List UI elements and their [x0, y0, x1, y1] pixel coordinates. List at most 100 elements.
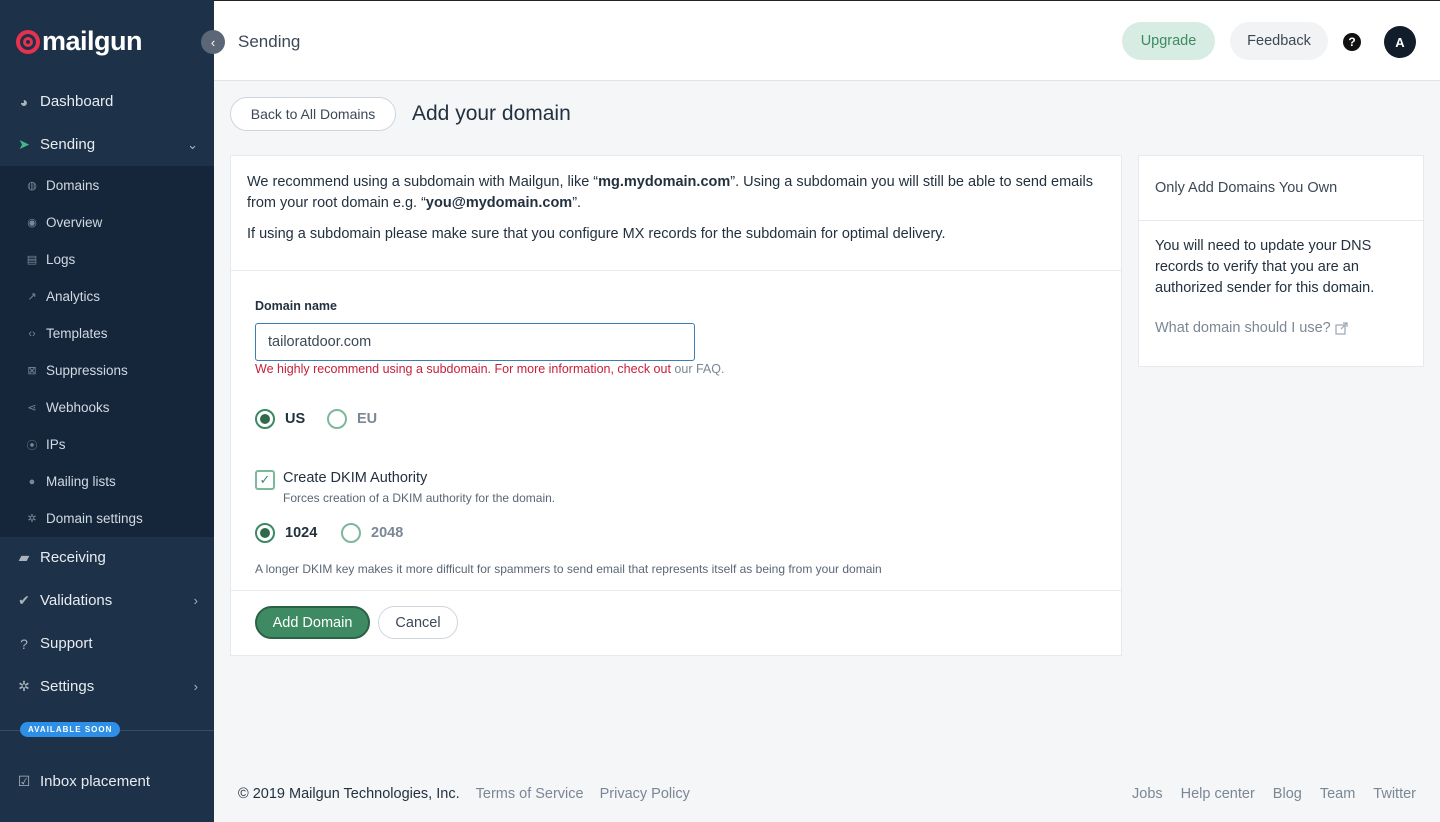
sidebar-item-label: Domains [46, 178, 100, 193]
gear-icon: ✲ [18, 678, 30, 694]
sidebar-item-label: Settings [40, 678, 95, 695]
dashboard-icon: ◕ [19, 93, 29, 110]
check-person-icon: ✔ [18, 592, 30, 608]
radio-unselected-icon [327, 409, 347, 429]
sidebar-item-logs[interactable]: ▤ Logs [0, 241, 214, 278]
pin-icon: ⦿ [26, 439, 38, 452]
header-title: Sending [238, 32, 301, 51]
mailgun-logo[interactable]: mailgun [16, 26, 143, 57]
page-title: Add your domain [412, 102, 571, 125]
region-us-radio[interactable]: US [255, 409, 305, 429]
sidebar: mailgun ◕ Dashboard ➤ Sending ⌄ ◍ Domain… [0, 0, 214, 822]
sidebar-item-suppressions[interactable]: ⊠ Suppressions [0, 352, 214, 389]
sidebar-item-sending[interactable]: ➤ Sending ⌄ [0, 123, 214, 166]
add-domain-card: We recommend using a subdomain with Mail… [230, 155, 1122, 656]
sidebar-item-label: Analytics [46, 289, 101, 304]
privacy-link[interactable]: Privacy Policy [600, 786, 690, 802]
cancel-button[interactable]: Cancel [378, 606, 458, 639]
avatar[interactable]: A [1384, 26, 1416, 58]
sending-subnav: ◍ Domains ◉ Overview ▤ Logs ↗ Analytics … [0, 166, 214, 537]
what-domain-link[interactable]: What domain should I use? [1155, 320, 1348, 336]
sidebar-item-label: Sending [40, 136, 96, 153]
sidebar-item-domains[interactable]: ◍ Domains [0, 167, 214, 204]
sidebar-item-label: Webhooks [46, 400, 110, 415]
logo-text: mailgun [42, 26, 143, 56]
dkim-key-note: A longer DKIM key makes it more difficul… [255, 562, 882, 576]
sidebar-item-templates[interactable]: ‹› Templates [0, 315, 214, 352]
info-card-title: Only Add Domains You Own [1155, 180, 1338, 196]
inbox-icon: ▰ [18, 549, 30, 565]
code-icon: ‹› [28, 327, 36, 340]
footer: © 2019 Mailgun Technologies, Inc. Terms … [238, 786, 1416, 802]
back-to-all-domains-button[interactable]: Back to All Domains [230, 97, 396, 131]
divider [1139, 220, 1423, 221]
sidebar-item-label: Templates [46, 326, 108, 341]
info-card: Only Add Domains You Own You will need t… [1138, 155, 1424, 367]
dkim-description: Forces creation of a DKIM authority for … [283, 491, 556, 505]
copyright: © 2019 Mailgun Technologies, Inc. [238, 786, 460, 802]
dkim-checkbox[interactable]: ✓ [255, 470, 275, 490]
add-domain-button[interactable]: Add Domain [255, 606, 370, 639]
footer-link-blog[interactable]: Blog [1273, 786, 1302, 802]
sidebar-item-label: Mailing lists [46, 474, 116, 489]
chevron-right-icon: › [193, 679, 198, 694]
divider [231, 270, 1121, 271]
sidebar-item-settings[interactable]: ✲ Settings › [0, 665, 214, 708]
subdomain-hint: We highly recommend using a subdomain. F… [255, 362, 725, 376]
sidebar-item-support[interactable]: ? Support [0, 622, 214, 665]
dkim-1024-radio[interactable]: 1024 [255, 523, 317, 543]
footer-links: Jobs Help center Blog Team Twitter [1132, 786, 1416, 802]
sidebar-item-label: IPs [46, 437, 66, 452]
sidebar-item-label: Inbox placement [40, 773, 151, 790]
help-icon[interactable]: ? [1343, 33, 1361, 51]
sidebar-item-receiving[interactable]: ▰ Receiving [0, 536, 214, 579]
sidebar-item-label: Overview [46, 215, 103, 230]
sidebar-item-label: Suppressions [46, 363, 128, 378]
sidebar-item-label: Dashboard [40, 93, 114, 110]
region-eu-radio[interactable]: EU [327, 409, 377, 429]
sidebar-item-inbox-placement[interactable]: ☑ Inbox placement [0, 760, 214, 803]
sidebar-item-label: Receiving [40, 549, 106, 566]
footer-link-team[interactable]: Team [1320, 786, 1355, 802]
collapse-sidebar-button[interactable]: ‹ [201, 30, 225, 54]
sidebar-item-label: Validations [40, 592, 113, 609]
upgrade-button[interactable]: Upgrade [1122, 22, 1215, 60]
info-card-body: You will need to update your DNS records… [1155, 238, 1375, 296]
globe-icon: ◍ [27, 180, 37, 192]
document-icon: ▤ [26, 254, 38, 266]
terms-link[interactable]: Terms of Service [476, 786, 584, 802]
paper-plane-icon: ➤ [18, 136, 30, 152]
footer-link-jobs[interactable]: Jobs [1132, 786, 1163, 802]
checkmark-icon: ✓ [259, 472, 271, 487]
sidebar-item-ips[interactable]: ⦿ IPs [0, 426, 214, 463]
inbox-check-icon: ☑ [17, 773, 31, 789]
footer-link-help-center[interactable]: Help center [1181, 786, 1255, 802]
dkim-2048-radio[interactable]: 2048 [341, 523, 403, 543]
sidebar-item-domain-settings[interactable]: ✲ Domain settings [0, 500, 214, 537]
sidebar-item-mailing-lists[interactable]: ● Mailing lists [0, 463, 214, 500]
feedback-button[interactable]: Feedback [1230, 22, 1328, 60]
sidebar-item-label: Support [40, 635, 93, 652]
sidebar-item-label: Logs [46, 252, 76, 267]
radio-selected-icon [255, 523, 275, 543]
radio-selected-icon [255, 409, 275, 429]
faq-link[interactable]: our FAQ. [674, 362, 724, 376]
radio-unselected-icon [341, 523, 361, 543]
footer-link-twitter[interactable]: Twitter [1373, 786, 1416, 802]
block-icon: ⊠ [27, 365, 37, 377]
mailgun-logo-icon [16, 29, 40, 54]
sidebar-item-analytics[interactable]: ↗ Analytics [0, 278, 214, 315]
sidebar-item-webhooks[interactable]: ⋖ Webhooks [0, 389, 214, 426]
share-icon: ⋖ [27, 402, 37, 414]
chevron-right-icon: › [193, 593, 198, 608]
domain-name-input[interactable] [255, 323, 695, 361]
domain-name-label: Domain name [255, 299, 337, 313]
divider [231, 590, 1121, 591]
header: Sending Upgrade Feedback ? A [214, 0, 1440, 81]
dkim-label: Create DKIM Authority [283, 470, 428, 486]
trend-icon: ↗ [27, 291, 37, 303]
sidebar-item-dashboard[interactable]: ◕ Dashboard [0, 80, 214, 123]
sidebar-item-validations[interactable]: ✔ Validations › [0, 579, 214, 622]
sidebar-item-overview[interactable]: ◉ Overview [0, 204, 214, 241]
sidebar-item-label: Domain settings [46, 511, 143, 526]
